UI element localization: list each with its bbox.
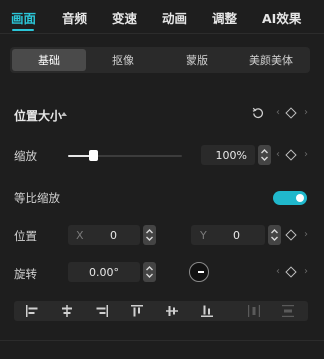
uniform-scale-toggle[interactable] [273, 191, 307, 205]
align-left-icon[interactable] [24, 303, 40, 319]
subtab-basic[interactable]: 基础 [12, 49, 86, 71]
top-tab-bar: 画面 音频 变速 动画 调整 AI效果 [0, 0, 324, 34]
chevron-right-icon[interactable]: › [304, 228, 308, 242]
rotation-dial[interactable] [189, 262, 209, 282]
chevron-left-icon[interactable]: ‹ [276, 106, 280, 120]
tab-picture[interactable]: 画面 [11, 8, 36, 27]
rotation-input[interactable]: 0.00° [68, 262, 140, 282]
position-y-value: 0 [233, 229, 240, 242]
keyframe-diamond-icon[interactable] [285, 107, 297, 119]
subtab-beauty[interactable]: 美颜美体 [234, 49, 308, 71]
distribute-horizontal-icon[interactable] [246, 303, 262, 319]
reset-icon[interactable] [252, 107, 264, 119]
rotation-value: 0.00° [89, 266, 119, 279]
keyframe-diamond-icon[interactable] [285, 266, 297, 278]
stepper-arrows-icon [261, 149, 268, 161]
keyframe-diamond-icon[interactable] [285, 149, 297, 161]
position-label: 位置 [14, 229, 37, 243]
align-bottom-icon[interactable] [199, 303, 215, 319]
tab-speed[interactable]: 变速 [112, 8, 137, 27]
section-keyframe-control: ‹ › [276, 106, 308, 120]
distribute-vertical-icon[interactable] [280, 303, 296, 319]
chevron-right-icon[interactable]: › [304, 265, 308, 279]
rotation-label: 旋转 [14, 267, 37, 281]
subtab-cutout[interactable]: 抠像 [86, 49, 160, 71]
stepper-arrows-icon [271, 229, 278, 241]
align-center-horizontal-icon[interactable] [59, 303, 75, 319]
scale-keyframe-control: ‹ › [276, 148, 308, 162]
tab-audio[interactable]: 音频 [62, 8, 87, 27]
position-keyframe-control: › [282, 228, 308, 242]
rotation-keyframe-control: ‹ › [276, 265, 308, 279]
subtab-segmented-control: 基础 抠像 蒙版 美颜美体 [10, 47, 310, 73]
chevron-right-icon[interactable]: › [304, 106, 308, 120]
position-x-stepper[interactable] [143, 225, 156, 245]
alignment-toolbar [14, 301, 308, 321]
scale-value: 100% [215, 149, 247, 162]
keyframe-diamond-icon[interactable] [285, 229, 297, 241]
position-x-input[interactable]: X 0 [68, 225, 140, 245]
bottom-divider [0, 340, 324, 341]
position-y-stepper[interactable] [268, 225, 281, 245]
position-y-label: Y [200, 229, 207, 242]
align-top-icon[interactable] [129, 303, 145, 319]
chevron-left-icon[interactable]: ‹ [276, 265, 280, 279]
stepper-arrows-icon [146, 266, 153, 278]
scale-label: 缩放 [14, 149, 37, 163]
position-x-label: X [76, 229, 84, 242]
scale-input[interactable]: 100% [201, 145, 255, 165]
rotation-stepper[interactable] [143, 262, 156, 282]
position-y-input[interactable]: Y 0 [191, 225, 265, 245]
tab-ai-effects[interactable]: AI效果 [262, 8, 301, 27]
align-right-icon[interactable] [94, 303, 110, 319]
subtab-mask[interactable]: 蒙版 [160, 49, 234, 71]
align-center-vertical-icon[interactable] [164, 303, 180, 319]
scale-slider-handle[interactable] [88, 150, 98, 161]
chevron-left-icon[interactable]: ‹ [276, 148, 280, 162]
uniform-scale-label: 等比缩放 [14, 191, 60, 205]
scale-stepper[interactable] [258, 145, 271, 165]
active-tab-indicator [12, 29, 34, 31]
section-title: 位置大小 [14, 109, 63, 123]
position-x-value: 0 [110, 229, 117, 242]
stepper-arrows-icon [146, 229, 153, 241]
chevron-right-icon[interactable]: › [304, 148, 308, 162]
tab-animation[interactable]: 动画 [162, 8, 187, 27]
tab-adjust[interactable]: 调整 [212, 8, 237, 27]
collapse-caret-icon[interactable] [61, 112, 67, 116]
